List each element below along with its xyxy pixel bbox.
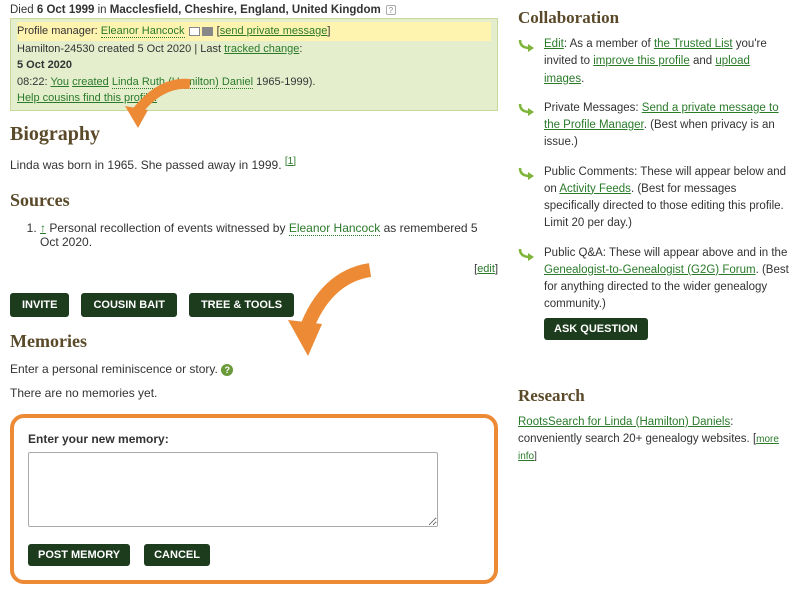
research-text: RootsSearch for Linda (Hamilton) Daniels… [518,414,793,466]
you-link[interactable]: You [50,76,69,88]
source-author-link[interactable]: Eleanor Hancock [289,221,380,236]
mail-icon[interactable] [202,27,213,36]
bullet-arrow-icon [518,166,536,180]
bullet-arrow-icon [518,247,536,261]
help-cousins-link[interactable]: Help cousins find this profile. [17,92,157,104]
profile-info-box: Profile manager: Eleanor Hancock [send p… [10,18,498,111]
invite-button[interactable]: INVITE [10,293,69,317]
profile-name-link[interactable]: Linda Ruth (Hamilton) Daniel [112,76,253,89]
uncertain-icon: ? [386,5,396,15]
collab-item: Edit: As a member of the Trusted List yo… [518,36,793,88]
source-item: ↑ Personal recollection of events witnes… [40,221,498,249]
post-memory-button[interactable]: POST MEMORY [28,544,130,566]
research-heading: Research [518,386,793,406]
collab-item: Public Q&A: These will appear above and … [518,245,793,340]
help-icon[interactable]: ? [221,364,233,376]
profile-manager-link[interactable]: Eleanor Hancock [101,25,185,38]
no-memories-text: There are no memories yet. [10,386,498,400]
memory-textarea[interactable] [28,452,438,527]
biography-heading: Biography [10,123,498,146]
collab-item: Public Comments: These will appear below… [518,164,793,233]
ask-question-button[interactable]: ASK QUESTION [544,318,648,340]
collaboration-heading: Collaboration [518,8,793,28]
tree-tools-button[interactable]: TREE & TOOLS [189,293,294,317]
send-private-message-link[interactable]: send private message [220,25,328,37]
bullet-arrow-icon [518,102,536,116]
footnote-link[interactable]: [1] [285,156,296,167]
privacy-icon[interactable] [189,27,200,36]
activity-feeds-link[interactable]: Activity Feeds [559,183,631,195]
collab-item: Private Messages: Send a private message… [518,100,793,152]
sources-list: ↑ Personal recollection of events witnes… [40,221,498,249]
bullet-arrow-icon [518,38,536,52]
cancel-button[interactable]: CANCEL [144,544,210,566]
source-backref-link[interactable]: ↑ [40,221,46,235]
memory-label: Enter your new memory: [28,432,480,446]
memories-prompt: Enter a personal reminiscence or story. … [10,362,498,376]
trusted-list-link[interactable]: the Trusted List [654,38,733,50]
death-line: Died 6 Oct 1999 in Macclesfield, Cheshir… [10,4,498,16]
biography-text: Linda was born in 1965. She passed away … [10,156,498,172]
created-link[interactable]: created [72,76,109,88]
g2g-forum-link[interactable]: Genealogist-to-Genealogist (G2G) Forum [544,264,756,276]
collab-edit-link[interactable]: Edit [544,38,564,50]
sources-heading: Sources [10,190,498,211]
rootssearch-link[interactable]: RootsSearch for Linda (Hamilton) Daniels [518,416,730,428]
memory-form: Enter your new memory: POST MEMORY CANCE… [10,414,498,584]
memories-heading: Memories [10,331,498,352]
improve-profile-link[interactable]: improve this profile [593,55,690,67]
annotation-arrow-icon [270,262,380,372]
tracked-change-link[interactable]: tracked change [224,43,299,55]
edit-link[interactable]: edit [477,263,495,275]
cousin-bait-button[interactable]: COUSIN BAIT [81,293,177,317]
